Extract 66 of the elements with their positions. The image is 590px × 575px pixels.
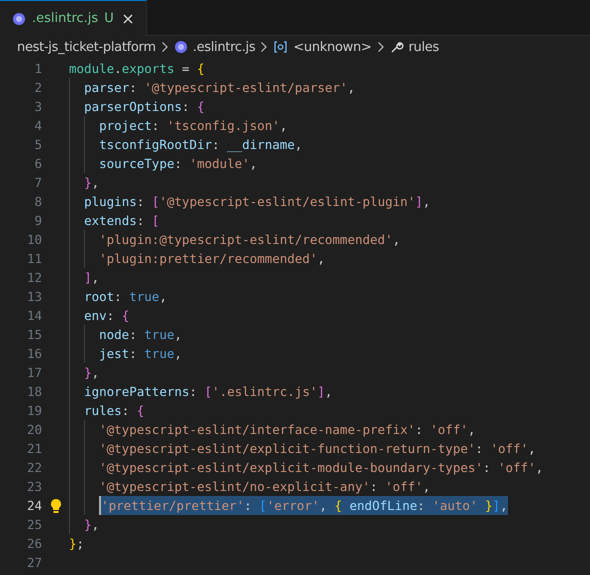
code-line: root: true, [69, 287, 167, 306]
breadcrumb-item[interactable]: rules [408, 40, 439, 54]
line-number: 18 [26, 384, 42, 399]
breadcrumb-item[interactable]: .eslintrc.js [192, 40, 256, 54]
line-number: 22 [26, 460, 42, 475]
breadcrumb-item[interactable]: nest-js_ticket-platform [17, 40, 156, 54]
code-line: plugins: ['@typescript-eslint/eslint-plugin'], [69, 192, 430, 211]
line-number: 5 [33, 137, 42, 152]
code-line: project: 'tsconfig.json', [69, 116, 288, 135]
line-number: 16 [26, 346, 42, 361]
line-number: 27 [26, 555, 42, 570]
chevron-icon [376, 41, 384, 53]
code-line: parserOptions: { [69, 97, 204, 116]
tab-title: .eslintrc.js [32, 11, 98, 26]
code-line: '@typescript-eslint/interface-name-prefix': 'off', [69, 420, 476, 439]
line-number: 15 [26, 327, 42, 342]
line-number: 17 [26, 365, 42, 380]
code-line: env: { [69, 306, 130, 325]
line-number: 7 [33, 175, 42, 190]
code-line: extends: [ [69, 211, 160, 230]
code-line: }, [69, 515, 100, 534]
line-number: 2 [33, 80, 42, 95]
code-line: node: true, [69, 325, 182, 344]
file-tab[interactable]: .eslintrc.js U [0, 0, 147, 36]
breadcrumb-item[interactable]: <unknown> [293, 40, 372, 54]
code-line: jest: true, [69, 344, 182, 363]
code-line: 'plugin:@typescript-eslint/recommended', [69, 230, 400, 249]
line-number: 8 [33, 194, 42, 209]
code-line: rules: { [69, 401, 144, 420]
wrench-icon [390, 40, 404, 54]
braces-symbol-icon [273, 41, 288, 53]
line-number: 20 [26, 422, 42, 437]
line-number: 21 [26, 441, 42, 456]
line-number: 1 [33, 61, 42, 76]
code-line: 'plugin:prettier/recommended', [69, 249, 325, 268]
line-number: 3 [33, 99, 42, 114]
code-line: sourceType: 'module', [69, 154, 258, 173]
line-number: 6 [33, 156, 42, 171]
line-number: 25 [26, 517, 42, 532]
code-line: parser: '@typescript-eslint/parser', [69, 78, 356, 97]
line-number: 23 [26, 479, 42, 494]
line-number: 19 [26, 403, 42, 418]
code-line: }, [69, 363, 100, 382]
code-line: '@typescript-eslint/explicit-module-boundary-types': 'off', [69, 458, 544, 477]
code-line: module.exports = { [69, 60, 204, 78]
code-line: tsconfigRootDir: __dirname, [69, 135, 302, 154]
line-number: 9 [33, 213, 42, 228]
line-number: 12 [26, 270, 42, 285]
code-line: 'prettier/prettier': ['error', { endOfLine: 'auto' }], [69, 496, 508, 515]
line-number: 26 [26, 536, 42, 551]
line-number: 13 [26, 289, 42, 304]
lightbulb-icon[interactable] [48, 498, 62, 514]
code-line: ignorePatterns: ['.eslintrc.js'], [69, 382, 332, 401]
chevron-icon [160, 41, 169, 53]
code-line: ], [69, 268, 100, 287]
status-label: U [104, 11, 114, 26]
line-number: 24 [26, 498, 42, 513]
line-number: 10 [26, 232, 42, 247]
code-line: '@typescript-eslint/no-explicit-any': 'off', [69, 477, 430, 496]
line-number: 14 [26, 308, 42, 323]
code-line: }, [69, 173, 100, 192]
chevron-icon [260, 41, 268, 53]
code-line: }; [69, 535, 84, 553]
line-number: 4 [33, 118, 42, 133]
code-line: '@typescript-eslint/explicit-function-return-type': 'off', [69, 439, 536, 458]
line-number: 11 [26, 251, 42, 266]
